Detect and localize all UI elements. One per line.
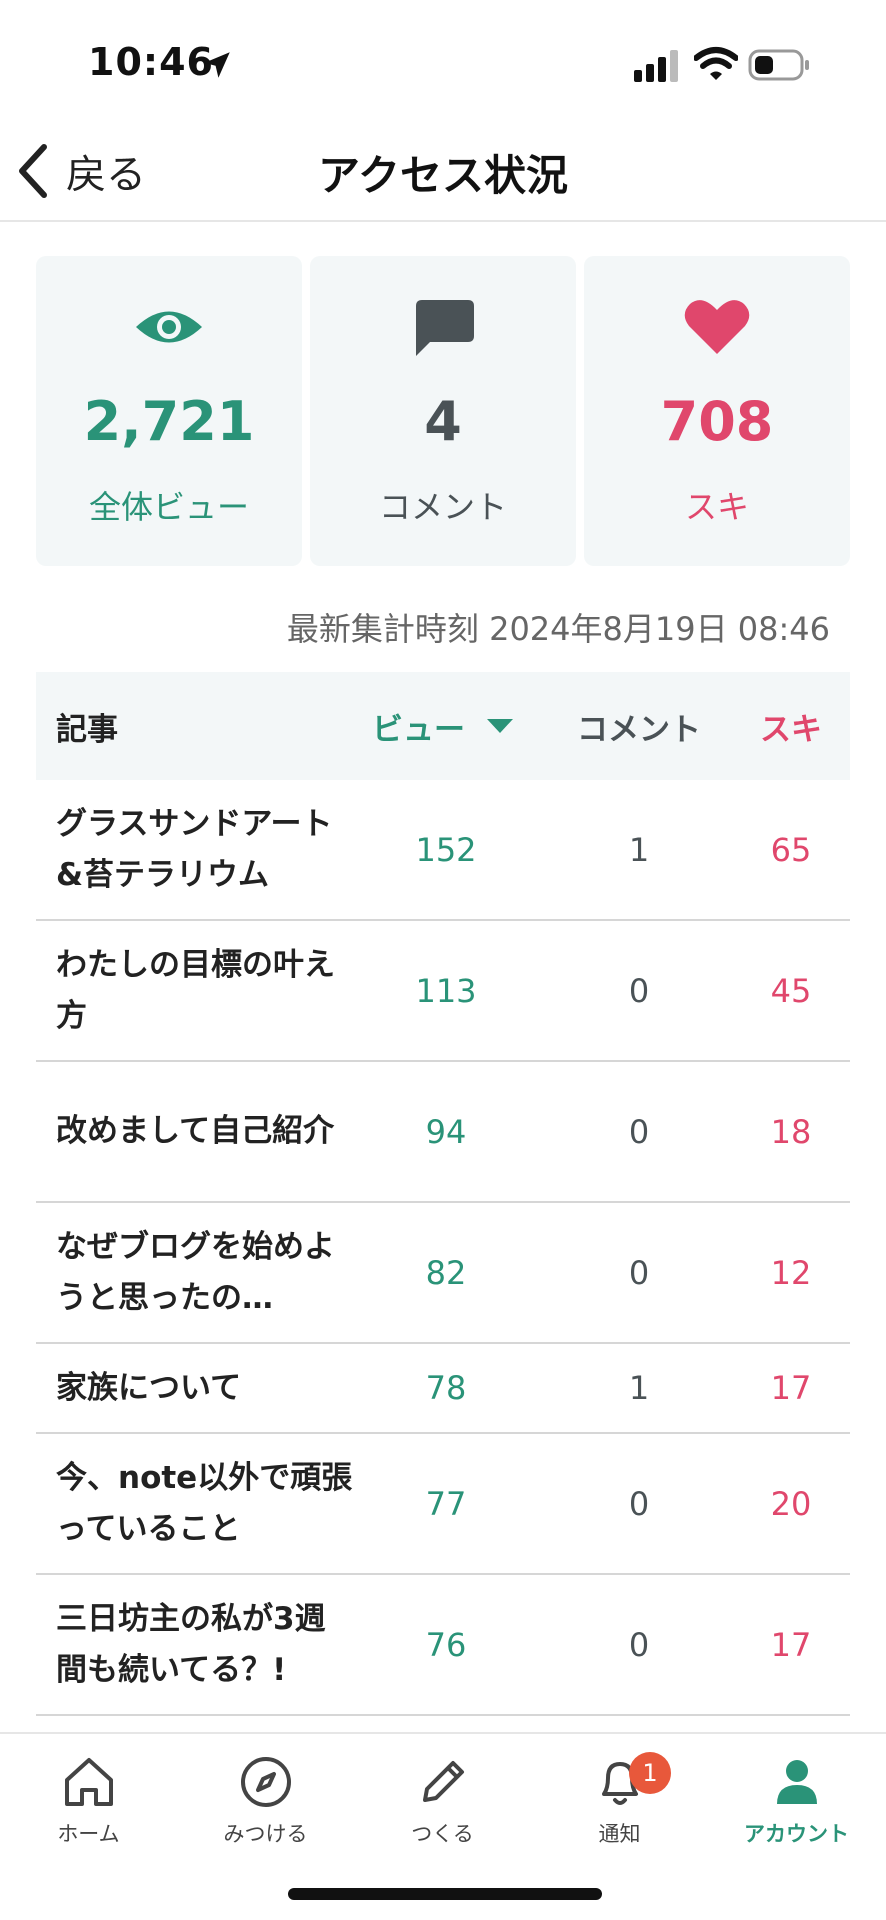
stat-card-likes: 708 スキ — [584, 256, 850, 566]
article-comments: 0 — [628, 1484, 650, 1523]
tab-create[interactable]: つくる — [354, 1752, 531, 1862]
table-row[interactable]: 改めまして自己紹介 94 0 18 — [36, 1062, 850, 1203]
tab-discover[interactable]: みつける — [177, 1752, 354, 1862]
table-row[interactable]: 家族について 78 1 17 — [36, 1344, 850, 1434]
article-comments: 0 — [628, 1253, 650, 1292]
tab-label: 通知 — [598, 1822, 641, 1846]
tab-label: アカウント — [744, 1822, 849, 1846]
notification-badge: 1 — [629, 1752, 671, 1794]
tab-label: ホーム — [57, 1822, 120, 1846]
page-title: アクセス状況 — [318, 151, 568, 200]
table-row[interactable]: 三日坊主の私が3週間も続いてる？! 76 0 17 — [36, 1575, 850, 1716]
article-views: 152 — [415, 830, 477, 869]
stat-label-views: 全体ビュー — [88, 488, 249, 526]
article-title: 家族について — [56, 1369, 242, 1406]
table-row[interactable]: 今、note以外で頑張っていること 77 0 20 — [36, 1434, 850, 1575]
article-likes: 18 — [770, 1112, 812, 1151]
tab-label: みつける — [223, 1822, 308, 1846]
article-likes: 45 — [770, 971, 812, 1010]
article-views: 77 — [425, 1484, 467, 1523]
comment-icon — [416, 300, 474, 356]
article-comments: 1 — [628, 1369, 650, 1407]
article-comments: 0 — [628, 1625, 650, 1664]
heart-icon — [684, 300, 750, 354]
column-header-likes: スキ — [760, 711, 822, 748]
stat-value-views: 2,721 — [83, 390, 255, 453]
person-icon — [776, 1760, 817, 1804]
stat-card-views: 2,721 全体ビュー — [36, 256, 302, 566]
sort-descending-icon — [487, 719, 513, 733]
home-indicator — [288, 1888, 602, 1900]
stat-label-likes: スキ — [684, 488, 749, 526]
column-header-comments: コメント — [577, 711, 701, 748]
eye-icon — [136, 311, 202, 343]
column-header-article: 記事 — [56, 711, 118, 748]
article-likes: 17 — [770, 1369, 812, 1407]
article-views: 113 — [415, 971, 477, 1010]
last-updated-timestamp: 最新集計時刻 2024年8月19日 08:46 — [286, 610, 830, 648]
stat-label-comments: コメント — [378, 488, 507, 526]
status-bar: 10:46 — [0, 0, 886, 120]
stats-summary: 2,721 全体ビュー 4 コメント 708 スキ — [36, 256, 850, 566]
home-icon — [64, 1758, 113, 1806]
article-likes: 20 — [770, 1484, 812, 1523]
article-comments: 0 — [628, 971, 650, 1010]
stat-card-comments: 4 コメント — [310, 256, 576, 566]
location-arrow-icon — [204, 52, 230, 78]
article-title: グラスサンドアート&苔テラリウム — [56, 805, 333, 893]
article-likes: 17 — [770, 1625, 812, 1664]
article-views: 78 — [425, 1369, 467, 1407]
article-views: 82 — [425, 1253, 467, 1292]
tab-home[interactable]: ホーム — [0, 1752, 177, 1862]
article-title: 今、note以外で頑張っていること — [56, 1459, 353, 1547]
article-stats-table: 記事 ビュー コメント スキ グラスサンドアート&苔テラリウム 152 1 65… — [36, 672, 850, 1716]
article-title: わたしの目標の叶え方 — [56, 946, 335, 1034]
wifi-icon — [694, 47, 738, 80]
article-title: 三日坊主の私が3週間も続いてる？! — [56, 1600, 326, 1688]
article-title: 改めまして自己紹介 — [56, 1113, 335, 1149]
table-row[interactable]: わたしの目標の叶え方 113 0 45 — [36, 921, 850, 1062]
pencil-icon — [422, 1761, 464, 1802]
article-comments: 1 — [628, 830, 650, 869]
battery-icon — [748, 49, 809, 81]
article-comments: 0 — [628, 1112, 650, 1151]
tab-label: つくる — [411, 1822, 474, 1846]
navigation-header: 戻る アクセス状況 — [0, 120, 886, 222]
column-header-views[interactable]: ビュー — [366, 704, 546, 749]
column-header-views-label: ビュー — [372, 711, 465, 748]
article-views: 94 — [425, 1112, 467, 1151]
tab-notifications[interactable]: 1 通知 — [531, 1752, 708, 1862]
status-time: 10:46 — [88, 40, 214, 84]
article-title: なぜブログを始めようと思ったの… — [56, 1228, 335, 1316]
tab-account[interactable]: アカウント — [708, 1752, 885, 1862]
stat-value-comments: 4 — [424, 390, 462, 453]
compass-icon — [240, 1757, 291, 1807]
stat-value-likes: 708 — [660, 390, 774, 453]
article-likes: 65 — [770, 830, 812, 869]
cellular-signal-icon — [634, 50, 678, 82]
table-row[interactable]: なぜブログを始めようと思ったの… 82 0 12 — [36, 1203, 850, 1344]
table-header: 記事 ビュー コメント スキ — [36, 672, 850, 780]
article-views: 76 — [425, 1625, 467, 1664]
table-row[interactable]: グラスサンドアート&苔テラリウム 152 1 65 — [36, 780, 850, 921]
article-likes: 12 — [770, 1253, 812, 1292]
